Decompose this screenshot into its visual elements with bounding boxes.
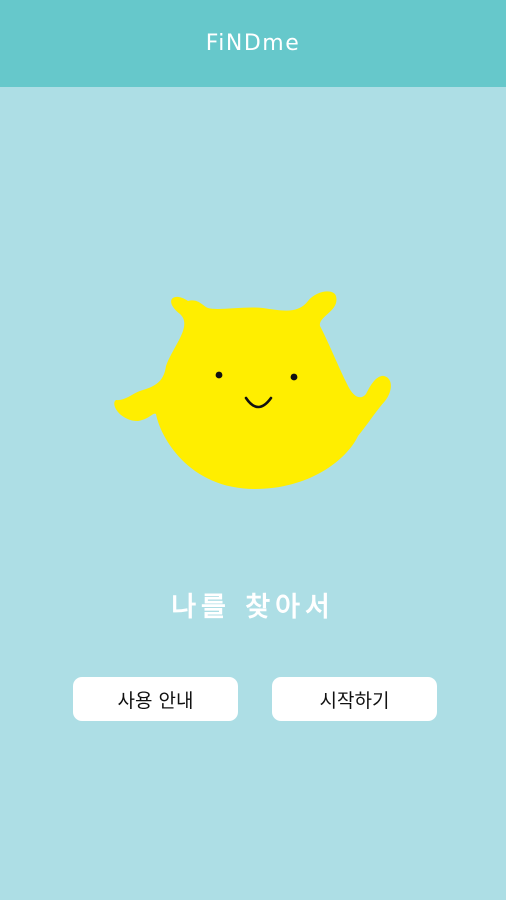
mascot-right-eye bbox=[290, 373, 298, 381]
app-header: FiNDme bbox=[0, 0, 506, 87]
tagline: 나를 찾아서 bbox=[171, 592, 335, 623]
start-button[interactable]: 시작하기 bbox=[272, 677, 437, 721]
mascot-character-icon bbox=[108, 286, 398, 496]
app-title: FiNDme bbox=[205, 31, 301, 56]
mascot-body bbox=[114, 291, 391, 489]
usage-guide-button[interactable]: 사용 안내 bbox=[73, 677, 238, 721]
mascot-left-eye bbox=[215, 371, 223, 379]
